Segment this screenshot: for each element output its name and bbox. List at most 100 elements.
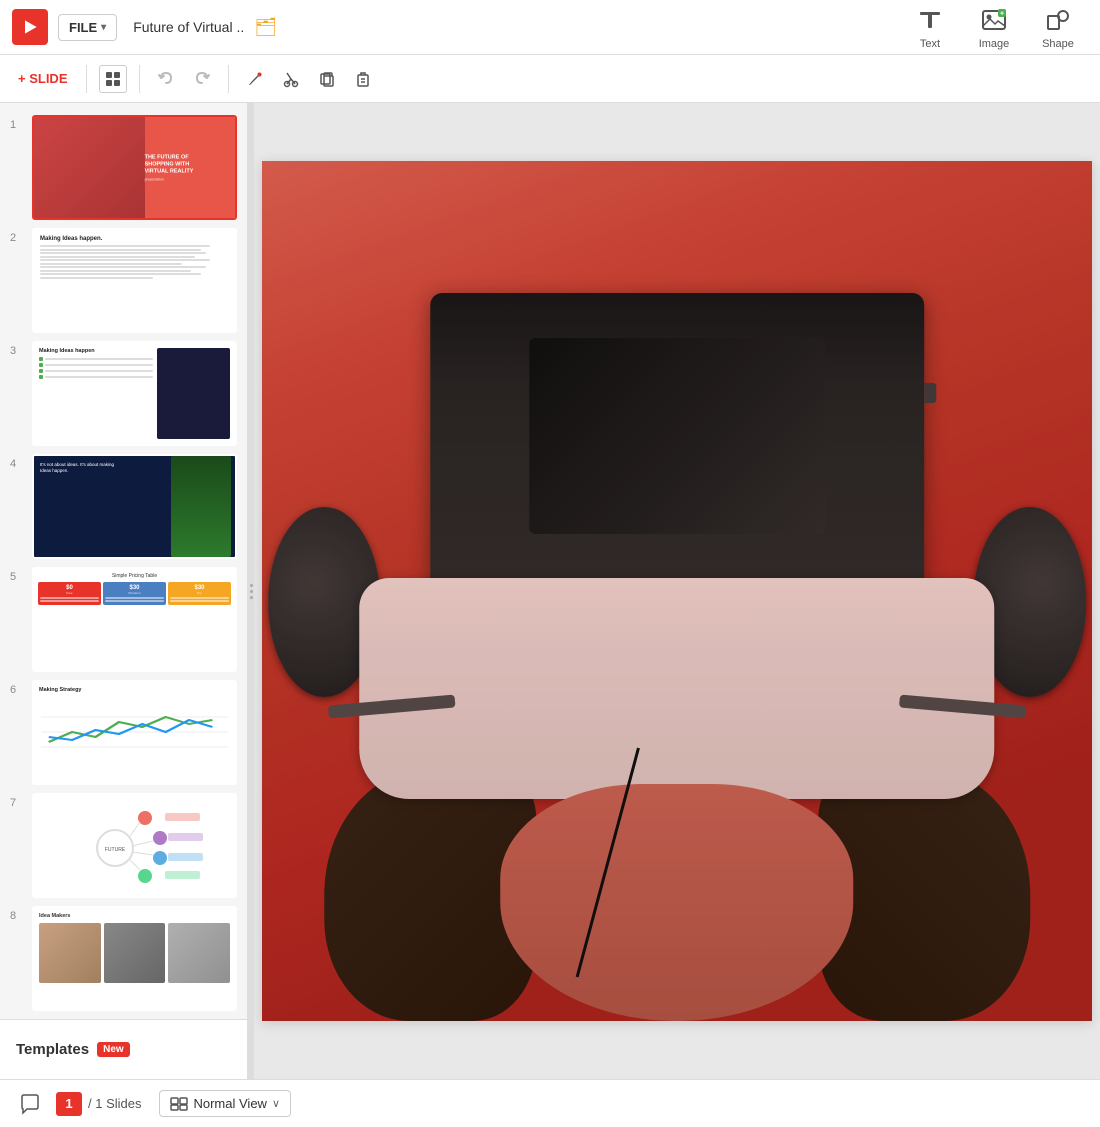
divider-3 <box>228 65 229 93</box>
slide-item-5[interactable]: 5 Simple Pricing Table $0 Free $30 <box>10 567 237 672</box>
file-label: FILE <box>69 20 97 35</box>
vr-image-fill <box>262 161 1092 1021</box>
thumb-3-rows <box>39 357 153 379</box>
resize-dots <box>250 584 253 599</box>
slide-item-8[interactable]: 8 Idea Makers <box>10 906 237 1011</box>
slide-thumb-inner-7: FUTURE <box>34 795 235 896</box>
current-slide-number: 1 <box>56 1092 82 1116</box>
slide-item-1[interactable]: 1 THE FUTURE OFSHOPPING WITHVIRTUAL REAL… <box>10 115 237 220</box>
paintbrush-button[interactable] <box>241 65 269 93</box>
view-mode-label: Normal View <box>193 1096 266 1111</box>
slide-thumb-7[interactable]: FUTURE <box>32 793 237 898</box>
thumb-5-col-3: $30 Pro <box>168 582 231 605</box>
undo-button[interactable] <box>152 65 180 93</box>
thumb-8-img-3 <box>168 923 230 983</box>
presentation-title[interactable]: Future of Virtual .. <box>133 19 244 35</box>
slide-thumb-inner-6: Making Strategy <box>34 682 235 783</box>
slide-number-2: 2 <box>10 232 24 244</box>
resize-dot-1 <box>250 584 253 587</box>
thumb-5-cols: $0 Free $30 Premium $30 Pr <box>38 582 231 605</box>
divider-1 <box>86 65 87 93</box>
layout-button[interactable] <box>99 65 127 93</box>
thumb-5-label-2: Premium <box>105 591 164 595</box>
bottom-bar: 1 / 1 Slides Normal View ∨ <box>0 1079 1100 1127</box>
slide-item-7[interactable]: 7 FUTURE <box>10 793 237 898</box>
slide-number-1: 1 <box>10 119 24 131</box>
thumb-8-title: Idea Makers <box>39 913 230 919</box>
color-tint-overlay <box>262 161 1092 1021</box>
add-slide-button[interactable]: + SLIDE <box>12 67 74 90</box>
slide-number-6: 6 <box>10 684 24 696</box>
slide-item-4[interactable]: 4 It's not about ideas. It's about makin… <box>10 454 237 559</box>
thumb-6-chart <box>39 697 230 752</box>
insert-text-label: Text <box>920 38 940 50</box>
templates-label: Templates <box>16 1041 89 1058</box>
insert-shape-button[interactable]: Shape <box>1028 0 1088 54</box>
logo-button[interactable] <box>12 9 48 45</box>
slide-thumb-inner-4: It's not about ideas. It's about making … <box>34 456 235 557</box>
main-area: 1 THE FUTURE OFSHOPPING WITHVIRTUAL REAL… <box>0 103 1100 1079</box>
templates-footer[interactable]: Templates New <box>0 1019 247 1079</box>
slide-canvas[interactable] <box>262 161 1092 1021</box>
insert-image-label: Image <box>979 38 1010 50</box>
resize-dot-2 <box>250 590 253 593</box>
slide-thumb-inner-3: Making Ideas happen <box>34 343 235 444</box>
comment-button[interactable] <box>14 1088 46 1120</box>
thumb-1-title: THE FUTURE OFSHOPPING WITHVIRTUAL REALIT… <box>145 154 231 175</box>
svg-text:+: + <box>1000 11 1004 18</box>
svg-text:FUTURE: FUTURE <box>104 847 125 853</box>
total-slides: / 1 Slides <box>88 1096 141 1111</box>
slide-thumb-5[interactable]: Simple Pricing Table $0 Free $30 Premium <box>32 567 237 672</box>
thumb-3-title: Making Ideas happen <box>39 348 153 354</box>
divider-2 <box>139 65 140 93</box>
slide-item-2[interactable]: 2 Making Ideas happen. <box>10 228 237 333</box>
paste-button[interactable] <box>349 65 377 93</box>
thumb-5-label-3: Pro <box>170 591 229 595</box>
insert-image-button[interactable]: + Image <box>964 0 1024 54</box>
top-bar: FILE ▾ Future of Virtual .. 🗂 Text <box>0 0 1100 55</box>
view-mode-chevron: ∨ <box>272 1097 280 1110</box>
cut-button[interactable] <box>277 65 305 93</box>
slides-list: 1 THE FUTURE OFSHOPPING WITHVIRTUAL REAL… <box>0 103 247 1019</box>
slide-thumb-1[interactable]: THE FUTURE OFSHOPPING WITHVIRTUAL REALIT… <box>32 115 237 220</box>
slide-thumb-6[interactable]: Making Strategy <box>32 680 237 785</box>
insert-shape-label: Shape <box>1042 38 1074 50</box>
slide-thumb-inner-5: Simple Pricing Table $0 Free $30 Premium <box>34 569 235 670</box>
slide-thumb-8[interactable]: Idea Makers <box>32 906 237 1011</box>
slide-number-4: 4 <box>10 458 24 470</box>
folder-icon[interactable]: 🗂 <box>254 17 277 38</box>
insert-text-button[interactable]: Text <box>900 0 960 54</box>
slide-item-3[interactable]: 3 Making Ideas happen <box>10 341 237 446</box>
add-slide-label: + SLIDE <box>18 71 68 86</box>
slide-number-3: 3 <box>10 345 24 357</box>
slide-number-7: 7 <box>10 797 24 809</box>
thumb-3-right-image <box>157 348 230 439</box>
resize-dot-3 <box>250 596 253 599</box>
insert-toolbar: Text + Image Shape <box>900 0 1088 54</box>
thumb-6-title: Making Strategy <box>39 687 230 693</box>
thumb-8-img-2 <box>104 923 166 983</box>
slide-thumb-4[interactable]: It's not about ideas. It's about making … <box>32 454 237 559</box>
text-icon <box>914 4 946 36</box>
file-chevron: ▾ <box>101 22 106 33</box>
slide-thumb-2[interactable]: Making Ideas happen. <box>32 228 237 333</box>
canvas-area[interactable] <box>254 103 1100 1079</box>
slide-canvas-content <box>262 161 1092 1021</box>
thumb-2-title: Making Ideas happen. <box>40 236 229 242</box>
slide-thumb-3[interactable]: Making Ideas happen <box>32 341 237 446</box>
thumb-2-lines <box>40 245 229 279</box>
slide-number-8: 8 <box>10 910 24 922</box>
file-menu-button[interactable]: FILE ▾ <box>58 14 117 41</box>
thumb-8-images <box>39 923 230 983</box>
slide-thumb-inner-1: THE FUTURE OFSHOPPING WITHVIRTUAL REALIT… <box>34 117 235 218</box>
thumb-3-left: Making Ideas happen <box>39 348 153 439</box>
diagram-svg: FUTURE <box>60 798 210 893</box>
thumb-5-col-2: $30 Premium <box>103 582 166 605</box>
slide-item-6[interactable]: 6 Making Strategy <box>10 680 237 785</box>
thumb-1-bg-image <box>34 117 145 218</box>
redo-button[interactable] <box>188 65 216 93</box>
view-mode-button[interactable]: Normal View ∨ <box>159 1090 291 1117</box>
image-icon: + <box>978 4 1010 36</box>
thumb-5-label-1: Free <box>40 591 99 595</box>
copy-button[interactable] <box>313 65 341 93</box>
